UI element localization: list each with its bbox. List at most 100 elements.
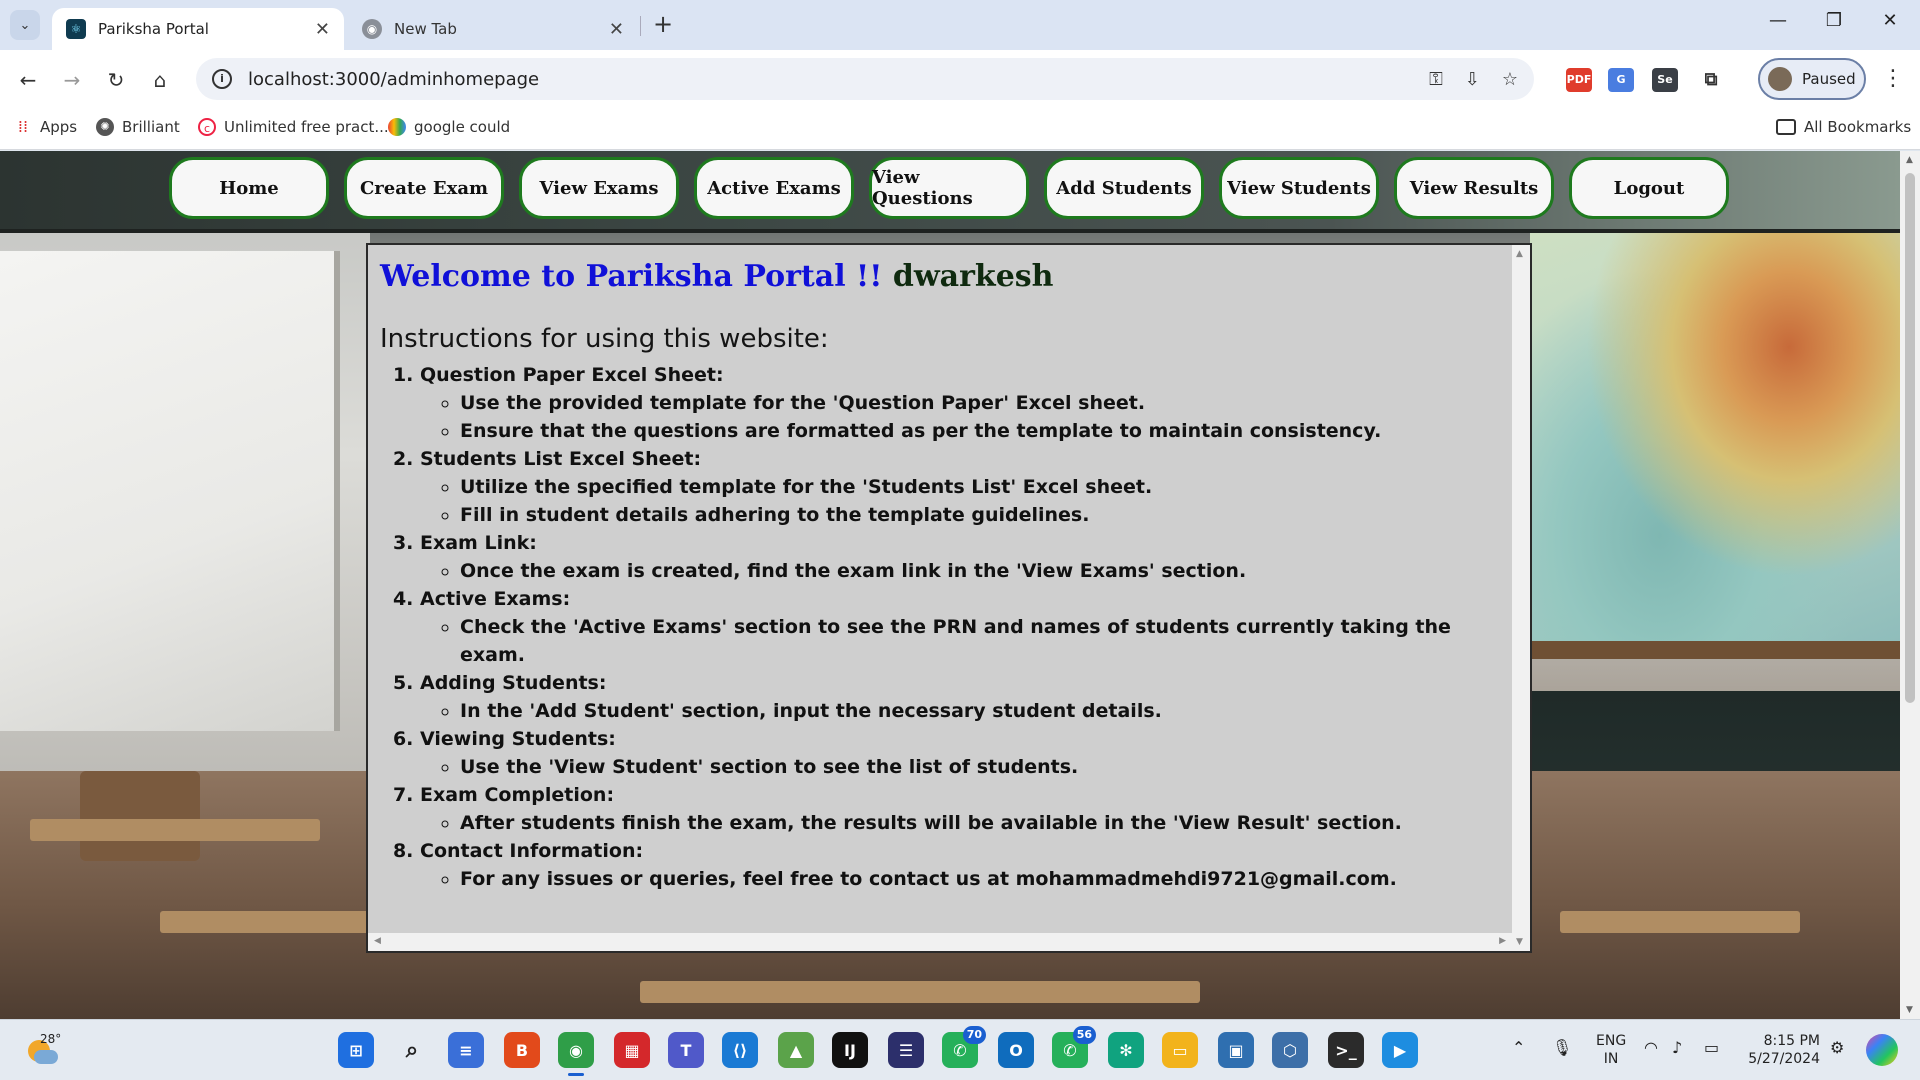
selenium-extension-icon[interactable]: Se [1652, 68, 1678, 92]
chatgpt-icon[interactable]: ✻ [1108, 1032, 1144, 1068]
pdf-extension-icon[interactable]: PDF [1566, 68, 1592, 92]
volume-icon[interactable]: ♪ [1672, 1038, 1682, 1057]
panel-vertical-scrollbar[interactable]: ▲ ▼ [1512, 245, 1530, 951]
system-clock[interactable]: 8:15 PM 5/27/2024 [1740, 1032, 1820, 1068]
instruction-step: Viewing Students: Use the 'View Student' … [420, 725, 1510, 781]
teams-icon[interactable]: T [668, 1032, 704, 1068]
windows-start-icon[interactable]: ⊞ [338, 1032, 374, 1068]
whatsapp-beta-icon[interactable]: ✆ 56 [1052, 1026, 1096, 1068]
nav-logout-button[interactable]: Logout [1569, 157, 1729, 219]
cloud-icon [34, 1050, 58, 1064]
background-desk [1560, 911, 1800, 933]
welcome-text: Welcome to Pariksha Portal !! [380, 259, 883, 294]
microphone-icon[interactable]: 🎙 [1552, 1038, 1572, 1057]
tab-pariksha-portal[interactable]: ⚛ Pariksha Portal ✕ [52, 8, 344, 50]
search-icon[interactable]: ⌕ [394, 1032, 430, 1068]
background-chair [80, 771, 200, 861]
instruction-point: Use the provided template for the 'Quest… [460, 389, 1510, 417]
scroll-down-icon[interactable]: ▼ [1906, 1005, 1913, 1015]
chrome-menu-icon[interactable]: ⋮ [1882, 66, 1904, 91]
instruction-point: Fill in student details adhering to the … [460, 501, 1510, 529]
address-bar[interactable]: i localhost:3000/adminhomepage ⚿ ⇩ ☆ [196, 58, 1534, 100]
scroll-down-icon[interactable]: ▼ [1516, 937, 1523, 947]
all-bookmarks[interactable]: All Bookmarks [1776, 118, 1911, 136]
tab-new-tab[interactable]: ◉ New Tab ✕ [348, 8, 638, 50]
app-nav-bar: Home Create Exam View Exams Active Exams… [0, 151, 1900, 229]
nav-add-students-button[interactable]: Add Students [1044, 157, 1204, 219]
scroll-right-icon[interactable]: ▶ [1499, 936, 1506, 946]
bookmark-google-could[interactable]: google could [388, 118, 510, 136]
home-icon[interactable]: ⌂ [144, 64, 176, 96]
tab-search-button[interactable]: ⌄ [10, 10, 40, 40]
page-scrollbar[interactable]: ▲ ▼ [1900, 151, 1920, 1019]
instruction-point: Check the 'Active Exams' section to see … [460, 613, 1510, 669]
scroll-up-icon[interactable]: ▲ [1906, 155, 1913, 165]
settings-gear-icon[interactable]: ⚙ [1830, 1038, 1844, 1057]
site-info-icon[interactable]: i [212, 69, 232, 89]
notepad-icon[interactable]: ≡ [448, 1032, 484, 1068]
instruction-step: Active Exams: Check the 'Active Exams' se… [420, 585, 1510, 669]
panel-horizontal-scrollbar[interactable]: ◀ ▶ [368, 933, 1512, 951]
nav-view-exams-button[interactable]: View Exams [519, 157, 679, 219]
copilot-icon[interactable] [1866, 1034, 1898, 1066]
file-explorer-icon[interactable]: ▭ [1162, 1032, 1198, 1068]
office-icon[interactable]: ▦ [614, 1032, 650, 1068]
url-text[interactable]: localhost:3000/adminhomepage [248, 69, 1407, 90]
bookmark-star-icon[interactable]: ☆ [1502, 69, 1518, 90]
scroll-left-icon[interactable]: ◀ [374, 936, 381, 946]
image-viewer-icon[interactable]: ▲ [778, 1032, 814, 1068]
bookmark-unlimited-practice[interactable]: c Unlimited free pract... [198, 118, 389, 136]
install-app-icon[interactable]: ⇩ [1465, 69, 1480, 90]
translate-extension-icon[interactable]: G [1608, 68, 1634, 92]
nav-view-students-button[interactable]: View Students [1219, 157, 1379, 219]
whatsapp-icon[interactable]: ✆ 70 [942, 1026, 986, 1068]
extensions-puzzle-icon[interactable]: ⧉ [1698, 68, 1724, 92]
nav-view-questions-button[interactable]: View Questions [869, 157, 1029, 219]
instruction-step: Adding Students: In the 'Add Student' sec… [420, 669, 1510, 725]
forward-icon[interactable]: → [56, 64, 88, 96]
password-key-icon[interactable]: ⚿ [1429, 69, 1443, 90]
remote-desktop-icon[interactable]: ▣ [1218, 1032, 1254, 1068]
outlook-icon[interactable]: O [998, 1032, 1034, 1068]
browser-tab-bar: ⌄ ⚛ Pariksha Portal ✕ ◉ New Tab ✕ + — ❐ … [0, 0, 1920, 50]
instruction-point: In the 'Add Student' section, input the … [460, 697, 1510, 725]
reload-icon[interactable]: ↻ [100, 64, 132, 96]
bookmark-brilliant[interactable]: ✺ Brilliant [96, 118, 180, 136]
bookmark-apps[interactable]: ⁞⁞ Apps [14, 117, 77, 137]
active-indicator [568, 1073, 584, 1076]
wifi-icon[interactable]: ◠ [1644, 1038, 1658, 1057]
close-tab-icon[interactable]: ✕ [315, 19, 330, 40]
nav-active-exams-button[interactable]: Active Exams [694, 157, 854, 219]
scrollbar-thumb[interactable] [1905, 173, 1915, 703]
language-indicator[interactable]: ENG IN [1596, 1032, 1626, 1068]
show-hidden-icons-icon[interactable]: ⌃ [1512, 1038, 1525, 1057]
close-window-icon[interactable]: ✕ [1870, 10, 1910, 31]
chrome-icon[interactable]: ◉ [558, 1032, 594, 1076]
windows-taskbar: 28° ⊞ ⌕ ≡ B ◉ ▦ T ⟨⟩ ▲ IJ ☰ ✆ 70 O ✆ 56 ✻ … [0, 1019, 1920, 1080]
instruction-step-title: Exam Link: [420, 532, 537, 554]
minimize-icon[interactable]: — [1758, 10, 1798, 31]
brave-browser-icon[interactable]: B [504, 1032, 540, 1068]
back-icon[interactable]: ← [12, 64, 44, 96]
apps-grid-icon: ⁞⁞ [17, 117, 29, 136]
weather-temp: 28° [40, 1032, 62, 1046]
scroll-up-icon[interactable]: ▲ [1516, 249, 1523, 259]
weather-widget[interactable]: 28° [24, 1032, 62, 1068]
close-tab-icon[interactable]: ✕ [609, 19, 624, 40]
battery-icon[interactable]: ▭ [1704, 1038, 1719, 1057]
instructions-panel[interactable]: Welcome to Pariksha Portal !! dwarkesh I… [366, 243, 1532, 953]
nav-create-exam-button[interactable]: Create Exam [344, 157, 504, 219]
zoom-video-icon[interactable]: ▶ [1382, 1032, 1418, 1068]
vscode-icon[interactable]: ⟨⟩ [722, 1032, 758, 1068]
eclipse-icon[interactable]: ☰ [888, 1032, 924, 1068]
intellij-icon[interactable]: IJ [832, 1032, 868, 1068]
terminal-icon[interactable]: >_ [1328, 1032, 1364, 1068]
nav-view-results-button[interactable]: View Results [1394, 157, 1554, 219]
region-code: IN [1603, 1051, 1619, 1067]
nav-home-button[interactable]: Home [169, 157, 329, 219]
new-tab-button[interactable]: + [650, 10, 676, 38]
instruction-point: Utilize the specified template for the '… [460, 473, 1510, 501]
mysql-workbench-icon[interactable]: ⬡ [1272, 1032, 1308, 1068]
restore-icon[interactable]: ❐ [1814, 10, 1854, 31]
profile-button[interactable]: Paused [1758, 58, 1866, 100]
